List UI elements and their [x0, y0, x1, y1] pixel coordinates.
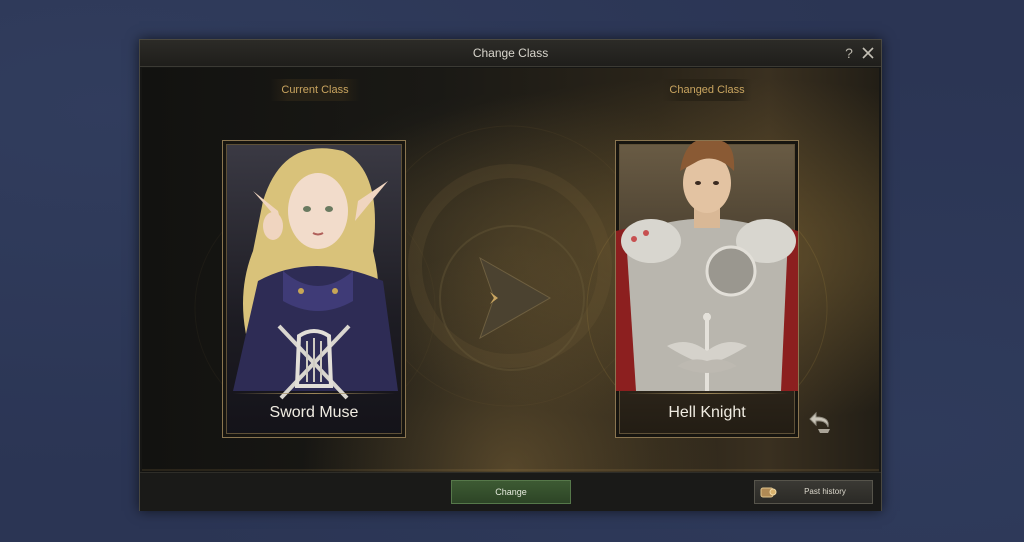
title-bar: Change Class ?	[140, 40, 881, 67]
past-history-button[interactable]: Past history	[754, 480, 873, 504]
changed-class-name: Hell Knight	[668, 404, 746, 421]
change-class-dialog: Change Class ? Current Class Sword Muse …	[139, 39, 882, 511]
current-class-card: Sword Muse	[222, 140, 406, 438]
close-icon[interactable]	[859, 43, 877, 63]
changed-class-label: Changed Class	[662, 79, 752, 101]
changed-class-card: Hell Knight	[615, 140, 799, 438]
winged-sword-emblem	[667, 313, 747, 391]
past-history-label: Past history	[804, 487, 846, 496]
help-icon[interactable]: ?	[841, 43, 857, 63]
dialog-footer: Change Past history	[140, 472, 881, 511]
card-divider	[233, 393, 395, 394]
undo-arrow-icon[interactable]	[808, 407, 836, 435]
scroll-icon	[760, 487, 777, 498]
class-stage: Current Class Sword Muse Changed Class H…	[142, 68, 879, 472]
change-button[interactable]: Change	[451, 480, 571, 504]
current-class-name: Sword Muse	[269, 404, 359, 421]
card-divider	[626, 393, 788, 394]
current-class-label: Current Class	[270, 79, 360, 101]
dialog-title: Change Class	[472, 46, 549, 60]
play-arrow-icon	[439, 225, 585, 371]
